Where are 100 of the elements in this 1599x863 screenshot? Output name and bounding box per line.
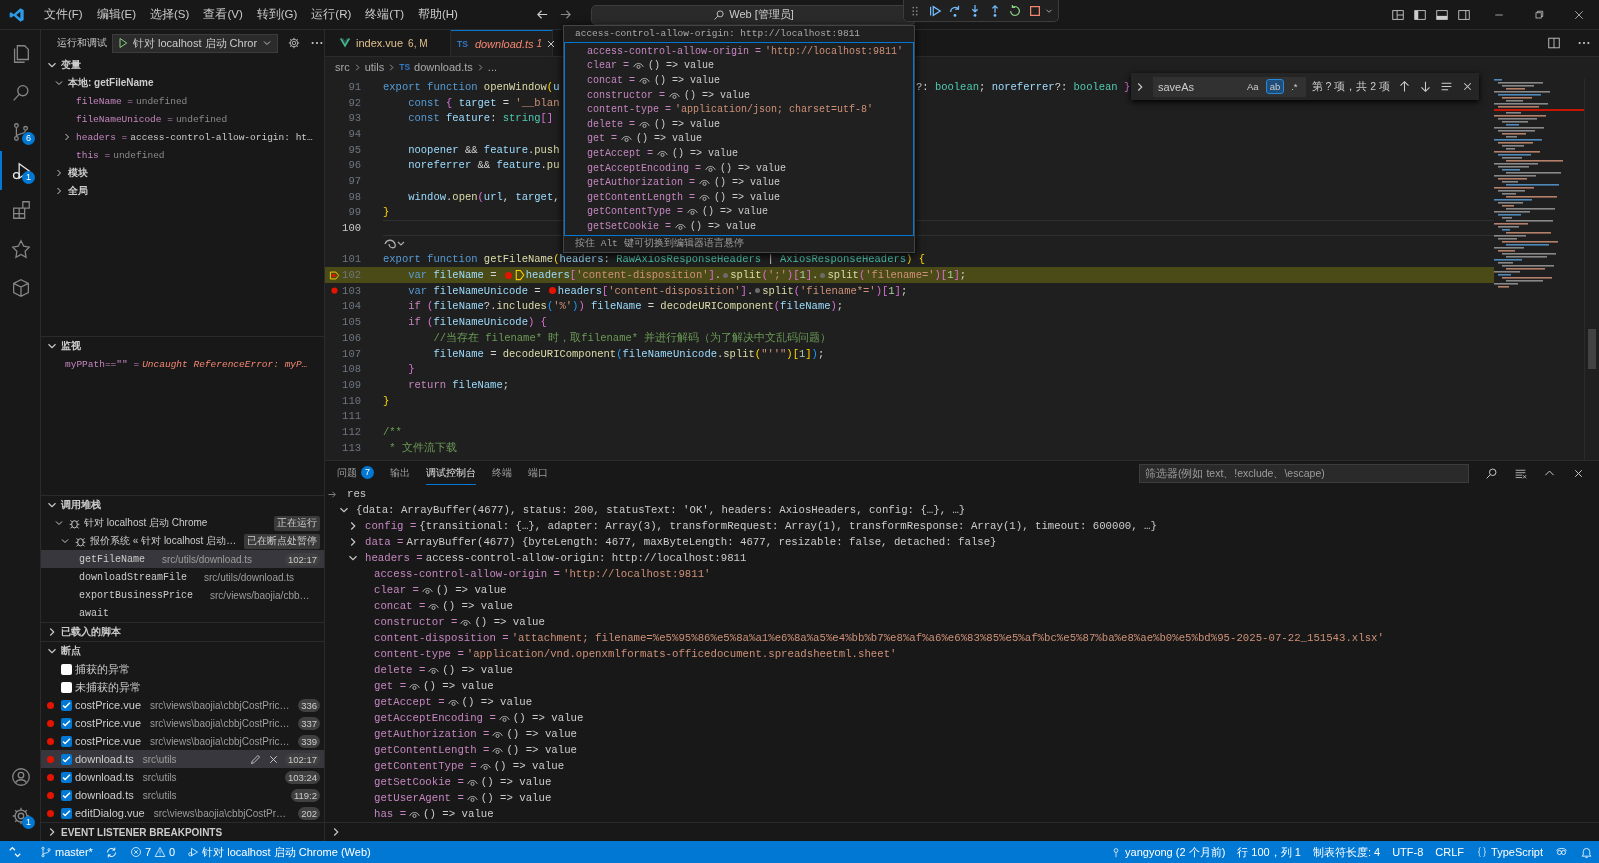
debug-status[interactable]: 针对 localhost 启动 Chrome (Web): [181, 844, 377, 860]
restore-icon[interactable]: [1533, 8, 1545, 21]
menu-item[interactable]: 运行(R): [304, 7, 359, 22]
checkbox[interactable]: [61, 663, 72, 675]
section-title[interactable]: 已载入的脚本: [61, 625, 121, 639]
scope-label[interactable]: 全局: [68, 184, 88, 198]
eye-icon[interactable]: [639, 75, 650, 86]
checkbox[interactable]: [61, 699, 72, 711]
find-option-toggle[interactable]: ab: [1265, 79, 1285, 94]
eye-icon[interactable]: [633, 60, 644, 72]
section-title[interactable]: 断点: [61, 644, 81, 658]
menu-item[interactable]: 转到(G): [249, 7, 305, 22]
blocks-icon[interactable]: [10, 198, 32, 221]
remote-icon[interactable]: [8, 845, 22, 859]
inline-breakpoint-icon[interactable]: [548, 287, 556, 295]
edit-icon[interactable]: [248, 752, 262, 766]
menu-item[interactable]: 终端(T): [358, 7, 411, 22]
encoding-status[interactable]: UTF-8: [1386, 846, 1430, 858]
eye-icon[interactable]: [621, 133, 632, 145]
panel-tab[interactable]: 调试控制台: [426, 461, 476, 485]
bell-icon[interactable]: [1580, 845, 1593, 859]
session-label[interactable]: 针对 localhost 启动 Chrome: [84, 516, 208, 530]
breakpoint-row[interactable]: download.ts src\utils 103:24: [41, 768, 324, 786]
checkbox[interactable]: [61, 681, 72, 693]
up-arrow-icon[interactable]: [1397, 80, 1411, 93]
launch-config-dropdown[interactable]: 针对 localhost 启动 Chror: [112, 33, 279, 53]
breakpoint-row[interactable]: editDialog.vue src\views\baojia\cbbjCostPr… 202: [41, 804, 324, 822]
star-icon[interactable]: [10, 237, 32, 260]
cursor-position[interactable]: 行 100，列 1: [1231, 844, 1307, 860]
stack-frame[interactable]: getFileName src/utils/download.ts 102:17: [41, 550, 324, 568]
eol-status[interactable]: CRLF: [1429, 846, 1471, 858]
settings-tab[interactable]: 1: [0, 796, 40, 835]
layout-icon[interactable]: [1435, 7, 1449, 22]
inline-breakpoint-icon[interactable]: [755, 288, 761, 294]
filter-icon[interactable]: [1485, 466, 1498, 480]
continue-icon[interactable]: [928, 3, 942, 18]
indent-status[interactable]: 制表符长度: 4: [1306, 844, 1387, 860]
section-title[interactable]: 调用堆栈: [61, 498, 101, 512]
play-icon[interactable]: [117, 37, 129, 49]
scrollbar-thumb[interactable]: [1588, 329, 1596, 369]
find-option-toggle[interactable]: Aa: [1243, 79, 1263, 94]
checkbox[interactable]: [61, 753, 72, 765]
codelens-icon[interactable]: [383, 237, 407, 250]
breakpoint-icon[interactable]: [329, 285, 340, 297]
find-field[interactable]: saveAs: [1153, 76, 1243, 97]
breakpoint-row[interactable]: costPrice.vue src\views\baojia\cbbjCostPric… 336: [41, 696, 324, 714]
breadcrumb-item[interactable]: src: [335, 61, 350, 73]
breakpoint-row[interactable]: costPrice.vue src\views\baojia\cbbjCostPric… 337: [41, 714, 324, 732]
eye-icon[interactable]: [687, 206, 698, 218]
scope-label[interactable]: 模块: [68, 166, 88, 180]
breakpoint-row[interactable]: costPrice.vue src\views\baojia\cbbjCostPric… 339: [41, 732, 324, 750]
layout-icon[interactable]: [1413, 7, 1427, 22]
layout-icon[interactable]: [1457, 7, 1471, 22]
panel-tab[interactable]: 终端: [492, 461, 512, 485]
checkbox[interactable]: [61, 717, 72, 729]
filter-field[interactable]: 筛选器(例如 text、!exclude、\escape): [1139, 463, 1469, 483]
find-in-selection-icon[interactable]: [1439, 80, 1453, 93]
breadcrumb-item[interactable]: TS download.ts: [399, 61, 473, 73]
minimap-drawing[interactable]: [1494, 79, 1584, 289]
sync-icon[interactable]: [104, 845, 118, 859]
breakpoint-row[interactable]: download.ts src\utils 119:2: [41, 786, 324, 804]
checkbox[interactable]: [61, 789, 72, 801]
menu-item[interactable]: 文件(F): [37, 7, 90, 22]
breakpoint-row[interactable]: download.ts src\utils 102:17: [41, 750, 324, 768]
menu-item[interactable]: 编辑(E): [89, 7, 144, 22]
menu-item[interactable]: 帮助(H): [411, 7, 465, 22]
restart-icon[interactable]: [1008, 3, 1022, 18]
section-title[interactable]: 变量: [61, 58, 81, 72]
checkbox[interactable]: [61, 735, 72, 747]
close-icon[interactable]: [1573, 8, 1585, 21]
layout-icon[interactable]: [1391, 7, 1405, 22]
language-status[interactable]: TypeScript: [1470, 846, 1549, 858]
down-arrow-icon[interactable]: [1418, 80, 1432, 93]
branch-status[interactable]: master*: [34, 846, 99, 858]
split-editor-icon[interactable]: [1547, 36, 1561, 50]
problems-status[interactable]: 7 0: [123, 846, 182, 858]
settings-icon[interactable]: [287, 36, 302, 50]
editor-tab[interactable]: TS download.ts 1: [451, 30, 553, 56]
menu-item[interactable]: 选择(S): [143, 7, 197, 22]
panel-tab[interactable]: 端口: [528, 461, 548, 485]
paused-breakpoint-icon[interactable]: [329, 269, 340, 281]
stack-frame[interactable]: downloadStreamFile src/utils/download.ts: [41, 568, 324, 586]
menu-item[interactable]: 查看(V): [196, 7, 250, 22]
find-option-toggle[interactable]: .*: [1287, 79, 1302, 94]
panel-tab[interactable]: 输出: [390, 461, 410, 485]
panel-tab[interactable]: 问题 7: [337, 461, 374, 485]
scope-label[interactable]: 本地: getFileName: [68, 76, 154, 90]
eye-icon[interactable]: [699, 177, 711, 189]
section-title[interactable]: EVENT LISTENER BREAKPOINTS: [61, 826, 223, 838]
account-icon[interactable]: [10, 765, 32, 788]
breadcrumb-item[interactable]: ...: [487, 61, 497, 73]
step-over-icon[interactable]: [948, 3, 962, 18]
blame-status[interactable]: yangyong (2 个月前): [1104, 844, 1232, 860]
stack-frame[interactable]: exportBusinessPrice src/views/baojia/cbb…: [41, 586, 324, 604]
command-center[interactable]: Web [管理员]: [591, 4, 916, 25]
source-control-tab[interactable]: 6: [0, 112, 40, 151]
cube-icon[interactable]: [10, 276, 32, 299]
checkbox[interactable]: [61, 771, 72, 783]
section-title[interactable]: 监视: [61, 339, 81, 353]
stack-frame[interactable]: await: [41, 604, 324, 622]
